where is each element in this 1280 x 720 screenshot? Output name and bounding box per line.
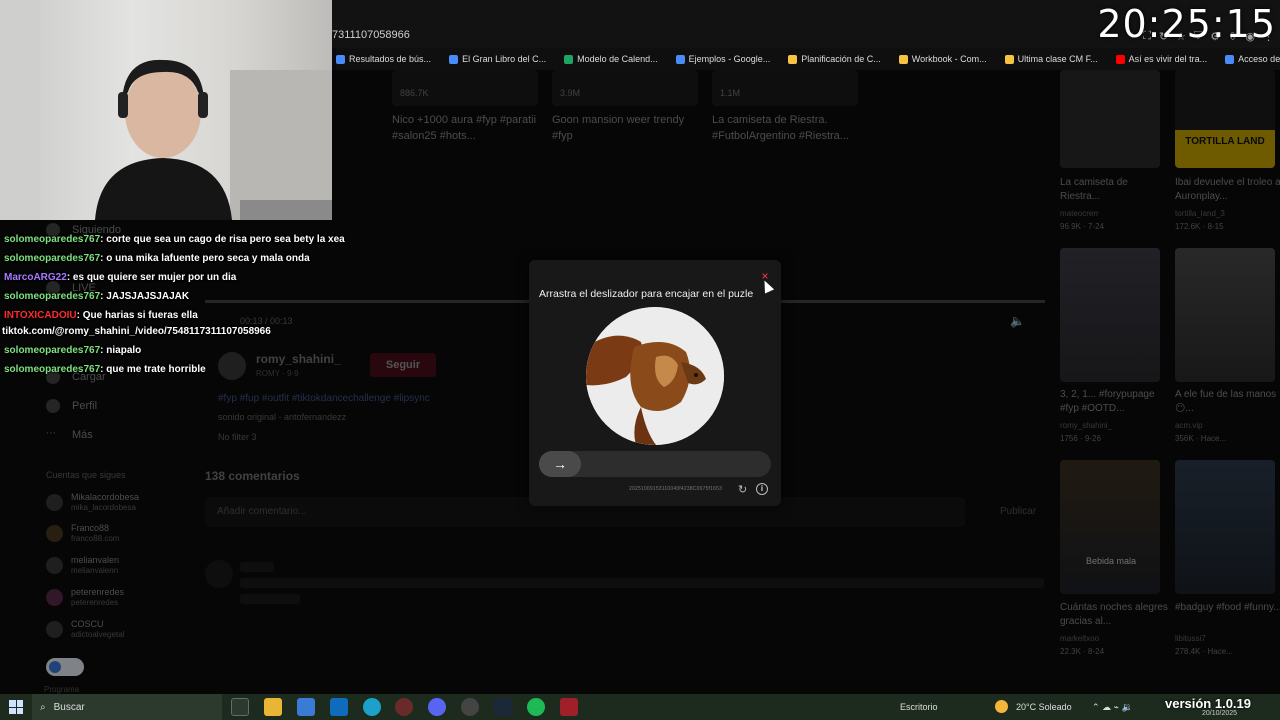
refresh-icon[interactable]: ↻: [738, 483, 747, 496]
bookmark-item[interactable]: Planificación de C...: [788, 54, 881, 64]
streamer-webcam-image: [0, 0, 332, 220]
bookmark-favicon-icon: [449, 54, 459, 64]
captcha-slider-track[interactable]: →: [539, 451, 771, 477]
chat-text: : JAJSJAJSJAJAK: [100, 291, 190, 302]
chat-username: MarcoARG22: [4, 272, 67, 283]
bookmark-label: Ejemplos - Google...: [688, 54, 771, 64]
bookmark-item[interactable]: Workbook - Com...: [898, 54, 987, 64]
address-bar-fragment[interactable]: 7311107058966: [332, 29, 410, 41]
chat-text: : que me trate horrible: [100, 364, 206, 375]
chat-message: MarcoARG22: es que quiere ser mujer por …: [4, 272, 236, 283]
chat-username: solomeoparedes767: [4, 291, 101, 302]
webcam-overlay: [0, 0, 332, 220]
chat-username: solomeoparedes767: [4, 364, 101, 375]
obs-icon[interactable]: [461, 698, 479, 716]
store-icon[interactable]: [297, 698, 315, 716]
chat-message: solomeoparedes767: JAJSJAJSJAJAK: [4, 291, 189, 302]
windows-taskbar: ⌕ Buscar Escritorio 20°C Soleado ⌃ ☁ ⌁ 🔉: [0, 694, 1280, 720]
bookmark-label: Así es vivir del tra...: [1128, 54, 1208, 64]
tray-icons[interactable]: ⌃ ☁ ⌁ 🔉: [1092, 702, 1133, 713]
version-label: versión 1.0.19: [1165, 696, 1251, 711]
stream-clock: 20:25:15: [1097, 2, 1276, 46]
bookmark-label: Modelo de Calend...: [577, 54, 658, 64]
bookmark-label: Ultima clase CM F...: [1017, 54, 1098, 64]
file-explorer-icon[interactable]: [264, 698, 282, 716]
captcha-title: Arrastra el deslizador para encajar en e…: [539, 288, 754, 300]
slider-handle-arrow-icon[interactable]: →: [539, 451, 581, 477]
chat-message: solomeoparedes767: o una mika lafuente p…: [4, 253, 310, 264]
bookmark-favicon-icon: [788, 54, 798, 64]
bookmark-item[interactable]: El Gran Libro del C...: [449, 54, 546, 64]
chat-message: solomeoparedes767: corte que sea un cago…: [4, 234, 345, 245]
bookmark-item[interactable]: Así es vivir del tra...: [1115, 54, 1208, 64]
captcha-puzzle-image[interactable]: [586, 307, 724, 445]
bookmark-label: Resultados de bús...: [349, 54, 432, 64]
bookmark-favicon-icon: [336, 54, 345, 64]
edge-icon[interactable]: [363, 698, 381, 716]
bookmark-favicon-icon: [898, 54, 908, 64]
task-view-icon[interactable]: [231, 698, 249, 716]
bookmark-item[interactable]: Ejemplos - Google...: [675, 54, 771, 64]
search-icon: ⌕: [40, 701, 46, 713]
chat-message: tiktok.com/@romy_shahini_/video/75481173…: [2, 326, 271, 337]
chat-username: solomeoparedes767: [4, 253, 101, 264]
chat-text: : es que quiere ser mujer por un dia: [66, 272, 237, 283]
spotify-icon[interactable]: [527, 698, 545, 716]
outlook-icon[interactable]: [330, 698, 348, 716]
chat-message: solomeoparedes767: que me trate horrible: [4, 364, 206, 375]
bookmark-item[interactable]: Ultima clase CM F...: [1004, 54, 1098, 64]
bookmark-favicon-icon: [1004, 54, 1014, 64]
bookmark-item[interactable]: Modelo de Calend...: [564, 54, 658, 64]
bookmark-favicon-icon: [1115, 54, 1125, 64]
bookmark-favicon-icon: [675, 54, 685, 64]
bookmark-label: El Gran Libro del C...: [462, 54, 547, 64]
chat-text: : o una mika lafuente pero seca y mala o…: [100, 253, 310, 264]
chat-username: solomeoparedes767: [4, 234, 101, 245]
chat-text: : niapalo: [100, 345, 142, 356]
steam-icon[interactable]: [494, 698, 512, 716]
chat-message: solomeoparedes767: niapalo: [4, 345, 141, 356]
windows-start-icon[interactable]: [9, 700, 23, 714]
chat-text: tiktok.com/@romy_shahini_/video/75481173…: [2, 326, 271, 337]
weather-label[interactable]: 20°C Soleado: [1016, 702, 1072, 712]
game-icon[interactable]: [560, 698, 578, 716]
desktop-label[interactable]: Escritorio: [900, 702, 938, 712]
bookmark-label: Planificación de C...: [801, 54, 881, 64]
bookmark-item[interactable]: Acceso denegado: [1225, 54, 1280, 64]
captcha-modal: × Arrastra el deslizador para encajar en…: [529, 260, 781, 506]
info-icon[interactable]: i: [756, 483, 768, 495]
rotated-animal-image: [586, 307, 724, 445]
chat-username: solomeoparedes767: [4, 345, 101, 356]
bookmark-favicon-icon: [1225, 54, 1235, 64]
sun-icon: [995, 700, 1008, 713]
chat-message: INTOXICADOIU: Que harias si fueras ella: [4, 310, 198, 321]
bookmarks-bar: Resultados de bús... El Gran Libro del C.…: [336, 48, 1280, 70]
bookmark-label: Workbook - Com...: [911, 54, 987, 64]
chat-text: : Que harias si fueras ella: [76, 310, 198, 321]
bookmark-favicon-icon: [564, 54, 574, 64]
bookmark-item[interactable]: Resultados de bús...: [336, 54, 431, 64]
search-label: Buscar: [53, 701, 85, 713]
captcha-id: 20251009153110040f4238C0975f1653: [629, 486, 723, 492]
bookmark-label: Acceso denegado: [1238, 54, 1280, 64]
discord-icon[interactable]: [428, 698, 446, 716]
chat-username: INTOXICADOIU: [4, 310, 77, 321]
opera-icon[interactable]: [395, 698, 413, 716]
taskbar-date: 20/10/2025: [1202, 710, 1238, 717]
taskbar-search[interactable]: ⌕ Buscar: [32, 694, 222, 720]
chat-text: : corte que sea un cago de risa pero sea…: [100, 234, 345, 245]
